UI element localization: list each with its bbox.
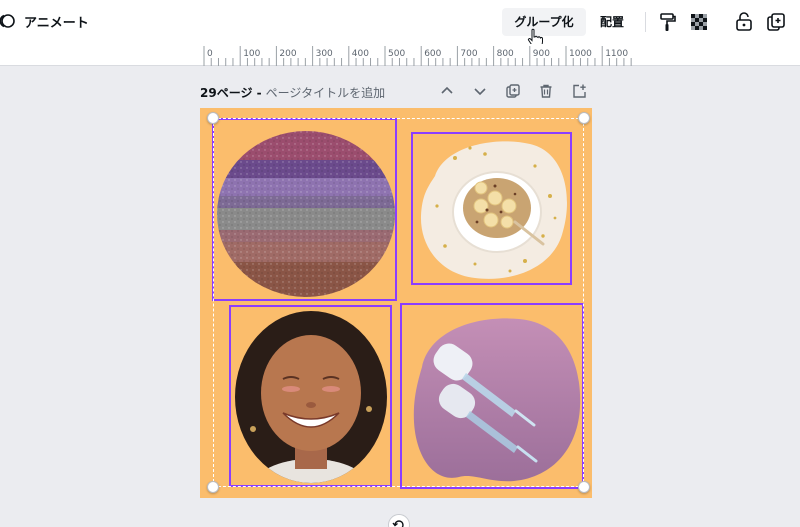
ruler-tick-label: 600 — [424, 49, 441, 59]
ruler-tick-label: 300 — [316, 49, 333, 59]
resize-handle-bottom-left[interactable] — [207, 481, 219, 493]
resize-handle-top-right[interactable] — [578, 112, 590, 124]
page-title-input[interactable]: ページタイトルを追加 — [266, 84, 386, 101]
ruler-tick-label: 1000 — [569, 49, 592, 59]
group-button[interactable]: グループ化 — [502, 8, 586, 36]
rotate-handle[interactable] — [388, 514, 410, 527]
chevron-up-icon[interactable] — [439, 83, 455, 99]
top-toolbar: アニメート グループ化 配置 — [0, 0, 800, 44]
ruler-tick-label: 900 — [533, 49, 550, 59]
ruler-tick-label: 1100 — [605, 49, 628, 59]
ruler-tick-label: 100 — [243, 49, 260, 59]
page-header: 29ページ - ページタイトルを追加 — [200, 82, 385, 102]
ruler-tick-label: 700 — [460, 49, 477, 59]
ruler-tick-label: 200 — [279, 49, 296, 59]
resize-handle-bottom-right[interactable] — [578, 481, 590, 493]
trash-icon[interactable] — [538, 83, 554, 99]
ruler-tick-label: 800 — [497, 49, 514, 59]
horizontal-ruler: 0 100 200 300 400 500 600 700 800 900 1000 1100 — [0, 44, 800, 66]
ruler-tick-label: 500 — [388, 49, 405, 59]
animate-icon — [0, 14, 15, 28]
arrange-button[interactable]: 配置 — [590, 8, 634, 36]
unlock-icon[interactable] — [733, 11, 755, 33]
ruler-ticks: 0 100 200 300 400 500 600 700 800 900 1000 1100 — [203, 46, 632, 66]
toolbar-divider — [645, 12, 646, 32]
ruler-tick-label: 0 — [207, 49, 213, 59]
page-number: 29ページ - — [200, 85, 262, 100]
chevron-down-icon[interactable] — [472, 83, 488, 99]
duplicate-icon[interactable] — [765, 11, 787, 33]
ruler-tick-label: 400 — [352, 49, 369, 59]
duplicate-page-icon[interactable] — [505, 83, 521, 99]
resize-handle-top-left[interactable] — [207, 112, 219, 124]
paint-roller-icon[interactable] — [656, 11, 678, 33]
animate-button[interactable]: アニメート — [0, 10, 89, 32]
group-selection-outline — [213, 118, 584, 487]
add-page-icon[interactable] — [571, 83, 587, 99]
transparency-icon[interactable] — [688, 11, 710, 33]
animate-label: アニメート — [24, 15, 89, 31]
rotate-icon — [392, 520, 404, 527]
